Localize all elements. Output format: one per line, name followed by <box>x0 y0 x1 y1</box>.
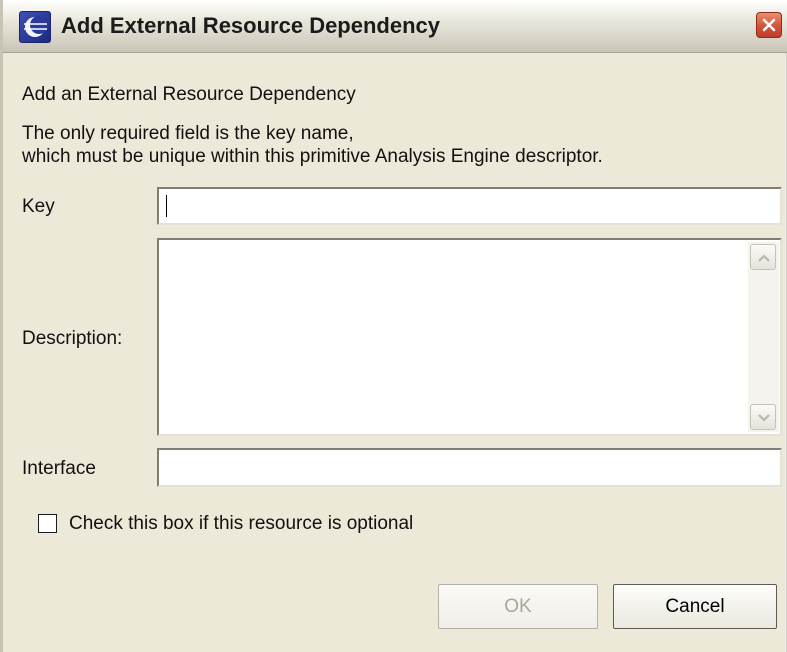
dialog-window: Add External Resource Dependency Add an … <box>0 0 787 652</box>
dialog-heading: Add an External Resource Dependency <box>22 84 356 105</box>
text-caret <box>166 195 167 217</box>
instruction-line-1: The only required field is the key name, <box>22 123 354 144</box>
instruction-line-2: which must be unique within this primiti… <box>22 146 603 167</box>
description-label: Description: <box>22 328 123 349</box>
description-scrollbar[interactable] <box>748 242 779 432</box>
dialog-title: Add External Resource Dependency <box>61 13 441 38</box>
close-button[interactable] <box>756 12 782 38</box>
eclipse-app-icon <box>19 11 51 43</box>
scroll-up-button[interactable] <box>750 244 776 270</box>
optional-checkbox-label[interactable]: Check this box if this resource is optio… <box>69 513 413 535</box>
interface-label: Interface <box>22 458 96 479</box>
scroll-down-button[interactable] <box>750 404 776 430</box>
description-textarea[interactable] <box>157 238 782 436</box>
ok-button[interactable]: OK <box>438 584 598 629</box>
key-input[interactable] <box>157 187 782 225</box>
interface-input[interactable] <box>157 448 782 487</box>
optional-checkbox[interactable] <box>38 514 57 533</box>
title-bar[interactable]: Add External Resource Dependency <box>3 0 787 53</box>
key-label: Key <box>22 196 55 217</box>
cancel-button[interactable]: Cancel <box>613 584 777 629</box>
